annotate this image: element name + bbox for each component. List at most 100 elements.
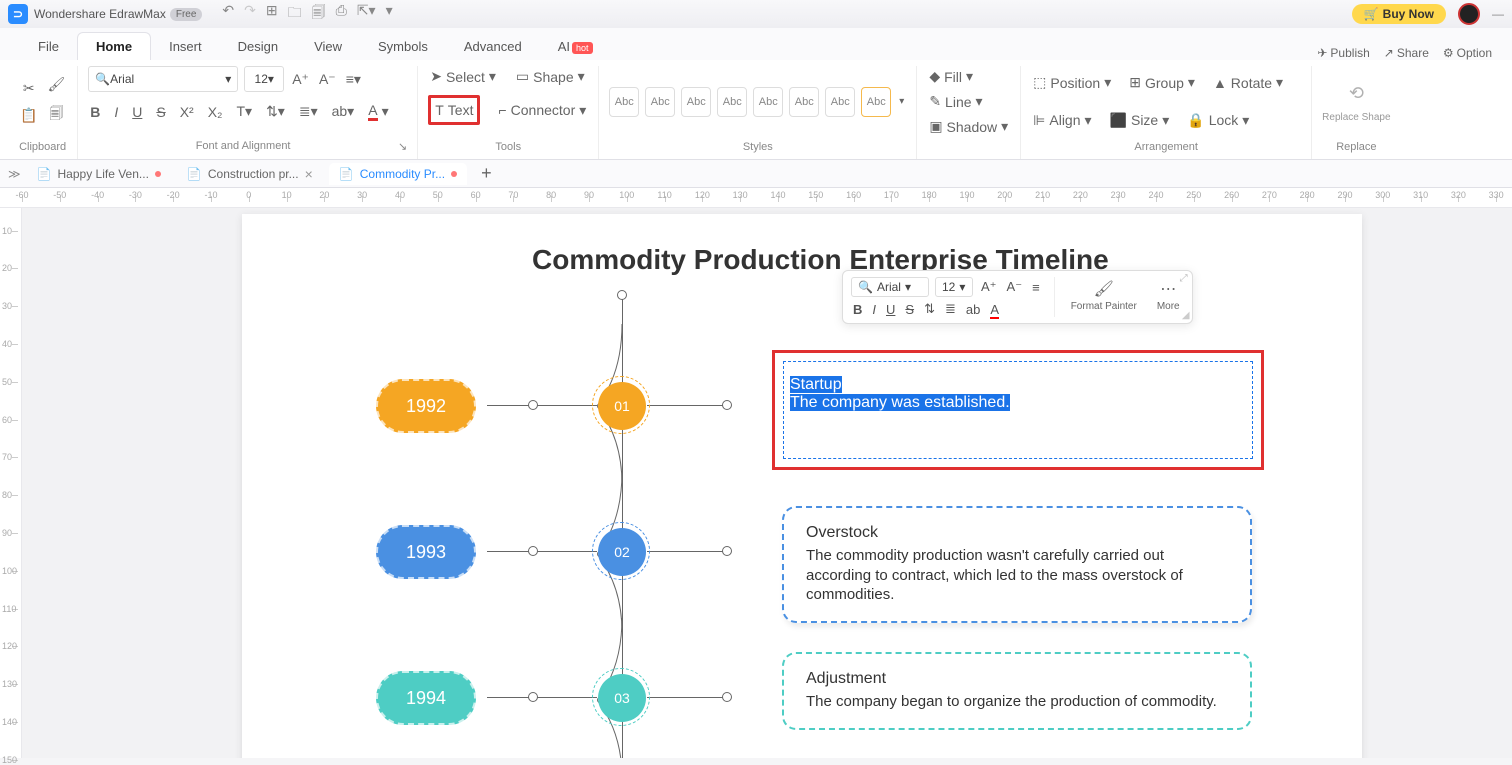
style-swatch[interactable]: Abc — [609, 87, 639, 117]
user-avatar[interactable] — [1458, 3, 1480, 25]
lock-menu[interactable]: 🔒 Lock▾ — [1185, 110, 1251, 131]
redo-icon[interactable]: ↷ — [244, 2, 256, 26]
page[interactable]: Commodity Production Enterprise Timeline… — [242, 214, 1362, 758]
undo-icon[interactable]: ↶ — [222, 2, 234, 26]
format-painter-icon[interactable]: 🖌 — [45, 74, 67, 95]
save-icon[interactable]: 🗐 — [312, 2, 326, 26]
line-menu[interactable]: ✎ Line▾ — [927, 91, 984, 112]
position-menu[interactable]: ⬚ Position▾ — [1031, 72, 1113, 93]
size-menu[interactable]: ⬛ Size▾ — [1108, 110, 1172, 131]
float-strike-icon[interactable]: S — [903, 302, 916, 317]
float-bullets-icon[interactable]: ≣ — [943, 301, 958, 317]
case-icon[interactable]: T▾ — [234, 101, 254, 122]
fill-menu[interactable]: ◆ Fill▾ — [927, 66, 975, 87]
menu-file[interactable]: File — [20, 33, 77, 60]
style-swatch[interactable]: Abc — [681, 87, 711, 117]
underline-icon[interactable]: U — [130, 102, 144, 122]
new-tab-button[interactable]: + — [473, 163, 500, 184]
copy-icon[interactable]: 🗐 — [47, 101, 65, 129]
canvas[interactable]: Commodity Production Enterprise Timeline… — [22, 208, 1512, 758]
style-swatch[interactable]: Abc — [753, 87, 783, 117]
desc-box[interactable]: Overstock The commodity production wasn'… — [782, 506, 1252, 623]
bullets-icon[interactable]: ≣▾ — [297, 101, 320, 122]
float-italic-icon[interactable]: I — [870, 302, 878, 317]
float-dec-font-icon[interactable]: A⁻ — [1005, 279, 1025, 295]
float-font-family[interactable]: 🔍 Arial ▾ — [851, 277, 929, 297]
float-bold-icon[interactable]: B — [851, 302, 864, 317]
style-swatch[interactable]: Abc — [861, 87, 891, 117]
cut-icon[interactable]: ✂ — [21, 78, 37, 99]
float-inc-font-icon[interactable]: A⁺ — [979, 279, 999, 295]
desc-title-selected[interactable]: Startup — [790, 376, 842, 393]
minimize-icon[interactable]: — — [1492, 7, 1504, 21]
style-swatch[interactable]: Abc — [789, 87, 819, 117]
bold-icon[interactable]: B — [88, 102, 102, 122]
text-edit-box[interactable]: Startup The company was established. — [783, 361, 1253, 459]
doc-tab[interactable]: 📄 Happy Life Ven... — [27, 163, 171, 185]
font-color-icon[interactable]: A▾ — [366, 100, 390, 123]
styles-more-icon[interactable]: ▾ — [897, 94, 906, 109]
year-pill[interactable]: 1994 — [376, 671, 476, 725]
doc-tab[interactable]: 📄 Commodity Pr... — [329, 163, 467, 185]
publish-link[interactable]: ✈ Publish — [1317, 46, 1369, 60]
font-family-select[interactable]: 🔍 Arial▾ — [88, 66, 238, 92]
float-font-size[interactable]: 12 ▾ — [935, 277, 973, 297]
export-icon[interactable]: ⇱▾ — [357, 2, 376, 26]
shape-tool[interactable]: ▭ Shape▾ — [514, 66, 587, 87]
paste-icon[interactable]: 📋 — [18, 105, 39, 126]
strike-icon[interactable]: S — [154, 102, 167, 122]
menu-home[interactable]: Home — [77, 32, 151, 60]
resize-corner-icon[interactable]: ◢ — [1182, 310, 1190, 321]
replace-shape-icon[interactable]: ⟲ — [1347, 81, 1366, 106]
timeline-node[interactable]: 02 — [598, 528, 646, 576]
italic-icon[interactable]: I — [112, 102, 120, 122]
menu-ai[interactable]: AIhot — [540, 33, 611, 60]
option-link[interactable]: ⚙ Option — [1443, 46, 1492, 60]
share-link[interactable]: ↗ Share — [1384, 46, 1429, 60]
highlight-icon[interactable]: ab▾ — [330, 101, 357, 122]
select-tool[interactable]: ➤ Select▾ — [428, 66, 498, 87]
font-size-select[interactable]: 12 ▾ — [244, 66, 284, 92]
line-spacing-icon[interactable]: ⇅▾ — [264, 101, 287, 122]
style-swatch[interactable]: Abc — [717, 87, 747, 117]
year-pill[interactable]: 1993 — [376, 525, 476, 579]
increase-font-icon[interactable]: A⁺ — [290, 69, 311, 90]
shadow-menu[interactable]: ▣ Shadow▾ — [927, 116, 1010, 137]
align-menu-icon[interactable]: ≡▾ — [344, 69, 363, 90]
group-menu[interactable]: ⊞ Group▾ — [1127, 72, 1197, 93]
timeline-node[interactable]: 03 — [598, 674, 646, 722]
menu-advanced[interactable]: Advanced — [446, 33, 540, 60]
float-color-icon[interactable]: A — [988, 302, 1001, 317]
style-swatch[interactable]: Abc — [645, 87, 675, 117]
superscript-icon[interactable]: X² — [178, 102, 196, 122]
desc-box[interactable]: Adjustment The company began to organize… — [782, 652, 1252, 730]
float-highlight-icon[interactable]: ab — [964, 302, 982, 317]
connector-tool[interactable]: ⌐ Connector▾ — [496, 95, 588, 125]
rotate-menu[interactable]: ▲ Rotate▾ — [1211, 72, 1285, 93]
year-pill[interactable]: 1992 — [376, 379, 476, 433]
float-spacing-icon[interactable]: ⇅ — [922, 301, 937, 317]
align-menu[interactable]: ⊫ Align▾ — [1031, 110, 1093, 131]
decrease-font-icon[interactable]: A⁻ — [317, 69, 338, 90]
doc-tab[interactable]: 📄 Construction pr... × — [177, 162, 323, 186]
qat-more-icon[interactable]: ▾ — [386, 2, 393, 26]
close-icon[interactable]: ⤢ — [1180, 273, 1188, 284]
menu-view[interactable]: View — [296, 33, 360, 60]
subscript-icon[interactable]: X₂ — [206, 102, 225, 122]
menu-symbols[interactable]: Symbols — [360, 33, 446, 60]
text-tool[interactable]: T Text — [433, 100, 475, 120]
menu-design[interactable]: Design — [220, 33, 296, 60]
print-icon[interactable]: ⎙ — [336, 2, 347, 26]
close-tab-icon[interactable]: × — [305, 166, 313, 182]
timeline-node[interactable]: 01 — [598, 382, 646, 430]
float-align-icon[interactable]: ≡ — [1030, 280, 1042, 295]
expand-tabs-icon[interactable]: ≫ — [8, 167, 21, 181]
buy-now-button[interactable]: 🛒 Buy Now — [1352, 4, 1446, 24]
new-icon[interactable]: ⊞ — [266, 2, 278, 26]
open-icon[interactable]: 🗀 — [288, 2, 302, 26]
float-underline-icon[interactable]: U — [884, 302, 897, 317]
desc-body-selected[interactable]: The company was established. — [790, 394, 1010, 411]
format-painter-button[interactable]: 🖌 Format Painter — [1063, 275, 1145, 319]
menu-insert[interactable]: Insert — [151, 33, 220, 60]
style-swatch[interactable]: Abc — [825, 87, 855, 117]
